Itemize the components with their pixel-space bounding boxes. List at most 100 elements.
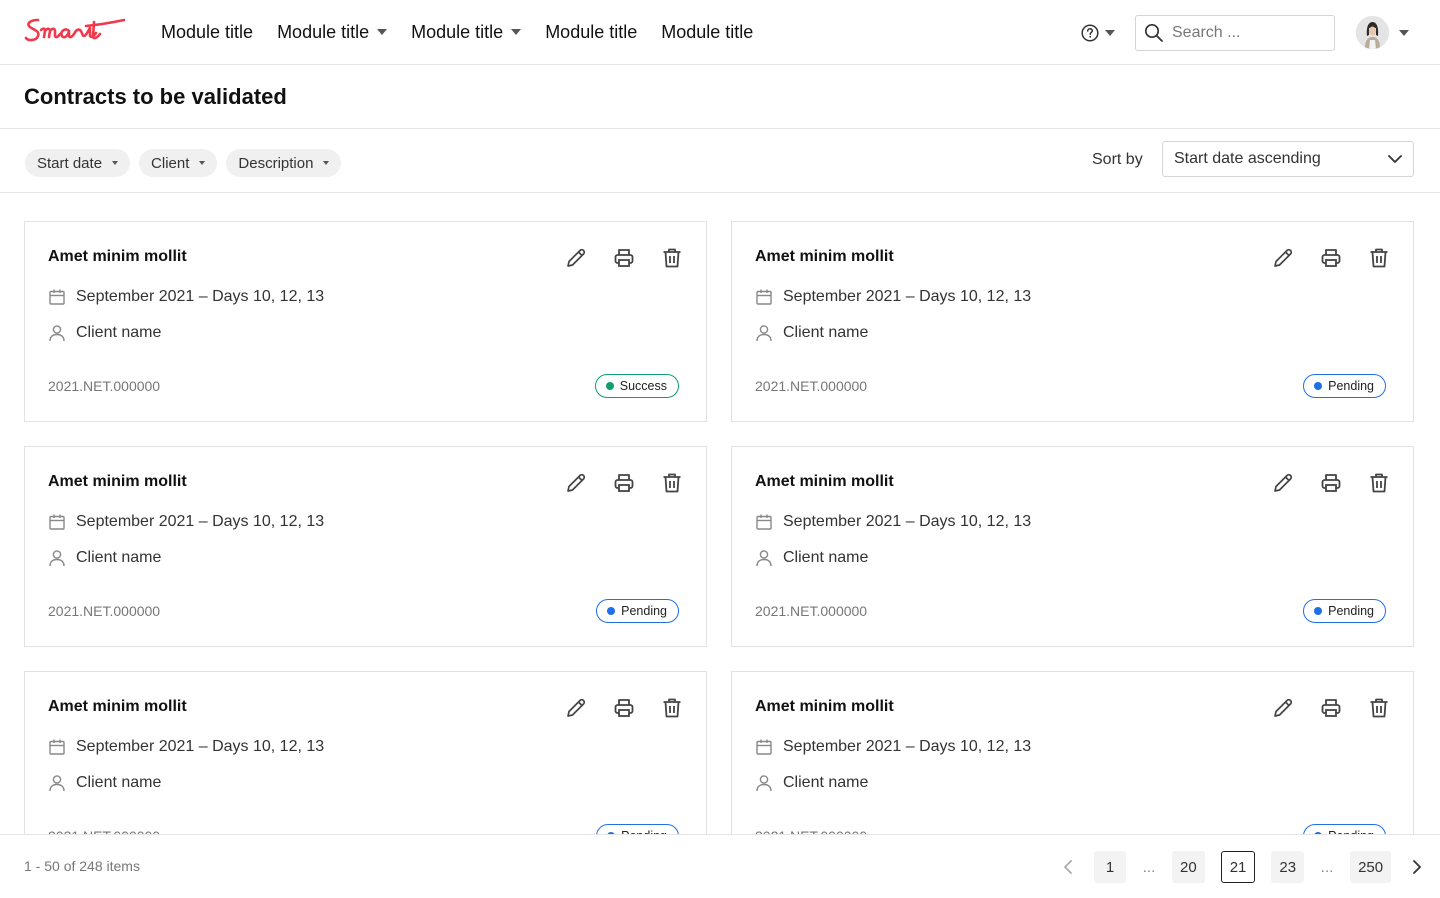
contract-card[interactable]: Amet minim mollit September 2021 – Days … bbox=[24, 671, 707, 834]
contract-card[interactable]: Amet minim mollit September 2021 – Days … bbox=[24, 221, 707, 422]
delete-button[interactable] bbox=[1366, 470, 1392, 496]
card-title: Amet minim mollit bbox=[48, 473, 187, 490]
status-dot-icon bbox=[1314, 382, 1323, 390]
edit-button[interactable] bbox=[1270, 695, 1296, 721]
page-button-current[interactable]: 21 bbox=[1220, 851, 1256, 883]
card-date-row: September 2021 – Days 10, 12, 13 bbox=[48, 288, 324, 306]
card-actions bbox=[563, 245, 707, 271]
pencil-icon bbox=[567, 698, 586, 717]
top-navigation-bar: Module title Module title Module title M… bbox=[0, 0, 1440, 65]
sort-select[interactable]: Start date ascending bbox=[1162, 141, 1414, 177]
card-title: Amet minim mollit bbox=[48, 698, 187, 715]
pagination-ellipsis: ... bbox=[1320, 858, 1334, 876]
card-date: September 2021 – Days 10, 12, 13 bbox=[76, 513, 325, 530]
card-actions bbox=[563, 470, 707, 496]
pencil-icon bbox=[567, 473, 586, 492]
nav-item-label: Module title bbox=[277, 21, 370, 42]
smart-logo[interactable] bbox=[24, 14, 126, 48]
nav-item-module-4[interactable]: Module title bbox=[545, 22, 637, 43]
chevron-right-icon bbox=[1413, 860, 1421, 874]
filter-chip-client[interactable]: Client bbox=[139, 149, 218, 177]
search-box[interactable] bbox=[1135, 15, 1335, 51]
edit-button[interactable] bbox=[563, 470, 589, 496]
user-icon bbox=[49, 550, 65, 567]
filter-chip-start-date[interactable]: Start date bbox=[25, 149, 131, 177]
status-label: Pending bbox=[1328, 604, 1374, 618]
delete-button[interactable] bbox=[1366, 695, 1392, 721]
calendar-icon bbox=[756, 289, 772, 305]
edit-button[interactable] bbox=[563, 245, 589, 271]
card-actions bbox=[1270, 695, 1414, 721]
card-reference: 2021.NET.000000 bbox=[48, 378, 161, 394]
caret-down-icon bbox=[112, 161, 119, 165]
card-actions bbox=[563, 695, 707, 721]
trash-icon bbox=[663, 698, 681, 718]
question-circle-icon bbox=[1081, 24, 1099, 42]
page-button[interactable]: 1 bbox=[1094, 851, 1126, 883]
delete-button[interactable] bbox=[659, 695, 685, 721]
card-client: Client name bbox=[76, 774, 162, 791]
print-button[interactable] bbox=[611, 695, 637, 721]
card-reference: 2021.NET.000000 bbox=[755, 378, 868, 394]
calendar-icon bbox=[756, 514, 772, 530]
status-label: Pending bbox=[621, 604, 667, 618]
contract-card[interactable]: Amet minim mollit September 2021 – Days … bbox=[24, 446, 707, 647]
sort-label: Sort by bbox=[1092, 151, 1143, 168]
edit-button[interactable] bbox=[563, 695, 589, 721]
caret-down-icon bbox=[1399, 29, 1409, 36]
card-client-row: Client name bbox=[755, 549, 868, 567]
main-nav: Module title Module title Module title M… bbox=[161, 0, 777, 64]
delete-button[interactable] bbox=[1366, 245, 1392, 271]
delete-button[interactable] bbox=[659, 245, 685, 271]
pencil-icon bbox=[567, 248, 586, 267]
page-header: Contracts to be validated bbox=[0, 65, 1440, 129]
nav-item-label: Module title bbox=[545, 21, 638, 42]
page-button[interactable]: 23 bbox=[1271, 851, 1305, 883]
card-date: September 2021 – Days 10, 12, 13 bbox=[783, 288, 1032, 305]
card-date-row: September 2021 – Days 10, 12, 13 bbox=[755, 513, 1031, 531]
nav-item-module-1[interactable]: Module title bbox=[161, 22, 253, 43]
status-badge: Pending bbox=[596, 599, 679, 623]
caret-down-icon bbox=[1105, 30, 1115, 36]
next-page-button[interactable] bbox=[1407, 851, 1427, 883]
card-date: September 2021 – Days 10, 12, 13 bbox=[783, 738, 1032, 755]
page-button[interactable]: 20 bbox=[1172, 851, 1205, 883]
nav-item-module-5[interactable]: Module title bbox=[661, 22, 753, 43]
calendar-icon bbox=[49, 289, 65, 305]
card-actions bbox=[1270, 245, 1414, 271]
print-button[interactable] bbox=[1318, 470, 1344, 496]
delete-button[interactable] bbox=[659, 470, 685, 496]
nav-item-module-2[interactable]: Module title bbox=[277, 21, 388, 43]
contract-card[interactable]: Amet minim mollit September 2021 – Days … bbox=[731, 446, 1414, 647]
user-photo-icon bbox=[1356, 16, 1389, 49]
print-button[interactable] bbox=[611, 245, 637, 271]
nav-item-module-3[interactable]: Module title bbox=[411, 22, 522, 43]
prev-page-button[interactable] bbox=[1058, 851, 1078, 883]
avatar bbox=[1356, 16, 1389, 49]
card-date-row: September 2021 – Days 10, 12, 13 bbox=[755, 288, 1031, 306]
card-date-row: September 2021 – Days 10, 12, 13 bbox=[48, 513, 324, 531]
print-button[interactable] bbox=[1318, 245, 1344, 271]
edit-button[interactable] bbox=[1270, 470, 1296, 496]
print-button[interactable] bbox=[611, 470, 637, 496]
help-menu-button[interactable] bbox=[1081, 24, 1115, 42]
status-badge: Pending bbox=[596, 824, 679, 834]
contracts-grid: Amet minim mollit September 2021 – Days … bbox=[24, 221, 1414, 834]
card-client-row: Client name bbox=[48, 324, 161, 342]
search-icon bbox=[1144, 23, 1163, 42]
filter-chip-description[interactable]: Description bbox=[226, 149, 342, 177]
print-button[interactable] bbox=[1318, 695, 1344, 721]
printer-icon bbox=[614, 699, 634, 717]
printer-icon bbox=[614, 249, 634, 267]
card-client-row: Client name bbox=[755, 324, 868, 342]
status-badge: Pending bbox=[1303, 599, 1386, 623]
search-input[interactable] bbox=[1172, 24, 1322, 42]
user-icon bbox=[49, 775, 65, 792]
edit-button[interactable] bbox=[1270, 245, 1296, 271]
card-client: Client name bbox=[783, 324, 869, 341]
contract-card[interactable]: Amet minim mollit September 2021 – Days … bbox=[731, 221, 1414, 422]
card-client: Client name bbox=[76, 324, 162, 341]
user-menu-button[interactable] bbox=[1356, 16, 1409, 49]
contract-card[interactable]: Amet minim mollit September 2021 – Days … bbox=[731, 671, 1414, 834]
page-button[interactable]: 250 bbox=[1350, 851, 1392, 883]
